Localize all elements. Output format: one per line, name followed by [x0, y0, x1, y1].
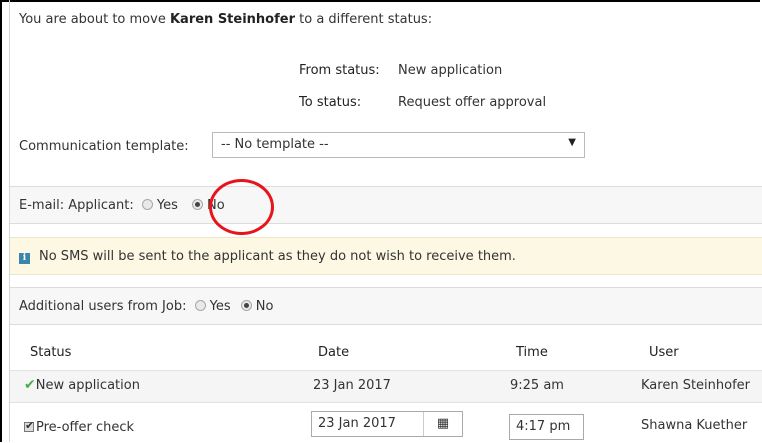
intro-suffix: to a different status:	[295, 12, 433, 27]
info-icon: i	[19, 253, 30, 264]
intro-prefix: You are about to move	[19, 12, 170, 27]
row1-date: 23 Jan 2017	[313, 378, 391, 393]
sms-notice-text: No SMS will be sent to the applicant as …	[39, 249, 516, 264]
row2-user: Shawna Kuether	[641, 418, 748, 433]
communication-template-value: -- No template --	[221, 137, 329, 152]
column-header-date: Date	[318, 345, 350, 360]
email-yes-option[interactable]: Yes	[141, 198, 182, 213]
pre-offer-check-checkbox[interactable]	[24, 419, 34, 432]
applicant-name: Karen Steinhofer	[169, 12, 295, 27]
additional-users-label: Additional users from Job:	[19, 299, 187, 314]
email-applicant-group: E-mail: Applicant: Yes No	[19, 198, 225, 213]
date-input-value: 23 Jan 2017	[318, 416, 396, 431]
dropdown-arrow-icon: ▼	[568, 137, 576, 148]
highlight-circle	[209, 179, 274, 235]
email-yes-label: Yes	[156, 198, 178, 213]
checkmark-icon: ✔	[24, 377, 36, 393]
calendar-icon[interactable]: ▦	[423, 412, 462, 436]
from-status-label: From status:	[299, 63, 380, 78]
column-header-time: Time	[516, 345, 548, 360]
sms-notice: i No SMS will be sent to the applicant as…	[19, 249, 516, 264]
email-applicant-label: E-mail: Applicant:	[19, 198, 134, 213]
additional-users-group: Additional users from Job: Yes No	[19, 299, 273, 314]
column-header-status: Status	[30, 345, 72, 360]
users-yes-radio[interactable]	[194, 300, 206, 311]
date-input[interactable]: 23 Jan 2017 ▦	[311, 411, 463, 437]
from-status-value: New application	[398, 63, 503, 78]
email-yes-radio[interactable]	[141, 199, 153, 210]
time-input-value: 4:17 pm	[516, 419, 571, 434]
row1-time: 9:25 am	[510, 378, 564, 393]
column-header-user: User	[649, 345, 679, 360]
row2-status[interactable]: Pre-offer check	[24, 419, 135, 435]
intro-text: You are about to move Karen Steinhofer t…	[19, 12, 432, 27]
communication-template-label: Communication template:	[19, 139, 189, 154]
users-no-option[interactable]: No	[240, 299, 274, 314]
row1-status-label: New application	[35, 378, 140, 393]
users-yes-label: Yes	[209, 299, 231, 314]
users-yes-option[interactable]: Yes	[194, 299, 235, 314]
communication-template-select[interactable]: -- No template -- ▼	[212, 132, 585, 158]
time-input[interactable]: 4:17 pm	[509, 414, 584, 440]
row2-status-label: Pre-offer check	[36, 420, 135, 435]
users-no-label: No	[255, 299, 274, 314]
row1-status: ✔New application	[24, 377, 140, 393]
row1-user: Karen Steinhofer	[641, 378, 751, 393]
email-no-radio[interactable]	[192, 199, 204, 210]
users-no-radio[interactable]	[240, 300, 252, 311]
to-status-value: Request offer approval	[398, 95, 547, 110]
to-status-label: To status:	[299, 95, 362, 110]
